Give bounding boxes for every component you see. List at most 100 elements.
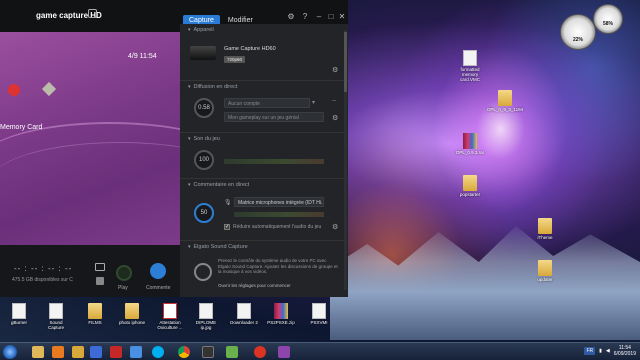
desktop-icon-memory-card[interactable]: formatted memory card.VMC: [455, 50, 485, 82]
gear-icon[interactable]: ⚙: [332, 66, 338, 74]
bitrate-knob[interactable]: 0.58: [194, 98, 214, 118]
ps-memory-icon: [41, 81, 57, 97]
desktop-icon-popstarter[interactable]: popstarter: [455, 175, 485, 197]
desktop-icon-label: gBurner: [10, 320, 27, 325]
commentary-meter: [234, 212, 324, 217]
desktop-icon-label: OPL_0_9_3_1194: [486, 107, 524, 112]
cpu-gauge-gadget[interactable]: 22%: [560, 14, 596, 50]
fullscreen-icon[interactable]: [88, 9, 97, 18]
desktop-icon-sound-capture[interactable]: Sound Capture: [41, 303, 71, 330]
folder-icon: [463, 175, 477, 191]
image-icon: [199, 303, 213, 319]
taskbar-clock[interactable]: 11:54 6/09/2019: [614, 345, 636, 357]
system-tray: FR ▮ ◀ 11:54 6/09/2019: [584, 345, 636, 357]
clock-date: 6/09/2019: [613, 351, 636, 357]
reduce-checkbox[interactable]: ✓: [224, 224, 230, 230]
capture-controls: -- : -- : -- : -- 475.5 GB disponibles s…: [0, 245, 180, 297]
desktop-icon-label: DIPLOME ip.jpg: [195, 320, 217, 330]
commentary-knob[interactable]: 50: [194, 203, 214, 223]
desktop-icon-label: Downloader 2: [230, 320, 258, 325]
section-sound-capture: ▾ Elgato Sound Capture Prenez le contrôle…: [180, 240, 348, 297]
desktop-icon-films[interactable]: FILMS: [80, 303, 110, 325]
desktop-icon-attestation[interactable]: Attestation Oxiculture ...: [155, 303, 185, 330]
section-device-header[interactable]: ▾ Appareil: [188, 27, 214, 33]
media-player-icon[interactable]: [52, 346, 64, 358]
archive-icon: [463, 133, 477, 149]
capture-preview[interactable]: 4/9 11:54 Memory Card: [0, 32, 180, 245]
close-icon[interactable]: ✕: [337, 11, 347, 21]
service-select[interactable]: Aucun compte: [224, 98, 310, 108]
game-audio-knob[interactable]: 100: [194, 150, 214, 170]
gear-icon[interactable]: ⚙: [332, 223, 338, 231]
sound-capture-description: Prenez le contrôle du système audio de v…: [218, 258, 338, 274]
chevron-down-icon: ▾: [188, 182, 191, 188]
monitor-icon[interactable]: [95, 263, 105, 271]
record-icon[interactable]: [254, 346, 266, 358]
game-capture-icon[interactable]: [202, 346, 214, 358]
filezilla-icon[interactable]: [110, 346, 122, 358]
app-icon[interactable]: [226, 346, 238, 358]
desktop-icon-ps2psxe[interactable]: PS2PSXE.zip: [266, 303, 296, 325]
section-device-title: Appareil: [193, 27, 214, 33]
desktop-icon-gburner[interactable]: gBurner: [4, 303, 34, 325]
device-name: Game Capture HD60: [224, 46, 276, 52]
desktop-icon-itheme[interactable]: iTheme: [530, 218, 560, 240]
app-icon[interactable]: [130, 346, 142, 358]
resolution-badge: 720p60: [224, 56, 246, 63]
folder-icon[interactable]: [72, 346, 84, 358]
settings-panel: ▾ Appareil Game Capture HD60 720p60 ⚙ ▾ Di…: [180, 24, 348, 297]
desktop-icon-label: FILMS: [88, 320, 102, 325]
scrollbar-thumb[interactable]: [344, 32, 347, 92]
desktop-icon-photo-iphone[interactable]: photo iphone: [117, 303, 147, 325]
volume-icon[interactable]: ◀: [606, 348, 610, 354]
cpu-gauge-value: 22%: [572, 37, 583, 43]
taskbar: FR ▮ ◀ 11:54 6/09/2019: [0, 342, 640, 360]
game-capture-window: game capture HD Capture Modifier ⚙ ? – □…: [0, 0, 348, 297]
skype-icon[interactable]: [152, 346, 164, 358]
remove-icon[interactable]: −: [332, 98, 336, 105]
disk-space: 475.5 GB disponibles sur C: [12, 277, 73, 283]
maximize-icon[interactable]: □: [326, 11, 336, 21]
desktop-icon-opl-folder[interactable]: OPL_0_9_3_1194: [486, 90, 524, 112]
desktop-icon-psxvmi[interactable]: PSXVMI: [304, 303, 334, 325]
chevron-down-icon[interactable]: ▾: [312, 99, 315, 106]
section-sound-capture-header[interactable]: ▾ Elgato Sound Capture: [188, 244, 248, 250]
desktop-icon-downloader[interactable]: Downloader 2: [229, 303, 259, 325]
minimize-icon[interactable]: –: [314, 11, 324, 21]
gear-icon[interactable]: ⚙: [286, 11, 296, 21]
section-commentary: ▾ Commentaire en direct 50 🎙 Matrice micr…: [180, 178, 348, 240]
app-icon[interactable]: [278, 346, 290, 358]
desktop-icon-label: photo iphone: [118, 320, 146, 325]
start-button[interactable]: [3, 345, 17, 359]
chrome-icon[interactable]: [178, 346, 190, 358]
application-icon: [49, 303, 63, 319]
volume-icon[interactable]: [96, 277, 104, 285]
section-game-audio-title: Son du jeu: [193, 136, 220, 142]
section-commentary-header[interactable]: ▾ Commentaire en direct: [188, 182, 249, 188]
memory-gauge-gadget[interactable]: 58%: [593, 4, 623, 34]
section-commentary-title: Commentaire en direct: [193, 182, 250, 188]
app-icon[interactable]: [90, 346, 102, 358]
stream-title-input[interactable]: Mon gameplay sur un jeu génial: [224, 112, 324, 122]
desktop-icon-label: PSXVMI: [310, 320, 328, 325]
record-button[interactable]: [116, 265, 132, 281]
desktop-icon-updater[interactable]: updater: [530, 260, 560, 282]
desktop-icon-label: Attestation Oxiculture ...: [157, 320, 183, 330]
section-live-header[interactable]: ▾ Diffusion en direct: [188, 84, 237, 90]
network-icon[interactable]: ▮: [599, 348, 602, 354]
desktop-icon-opl-rar[interactable]: OPL_0.9.3.rar: [455, 133, 485, 155]
desktop-icon-label: OPL_0.9.3.rar: [455, 150, 485, 155]
file-explorer-icon[interactable]: [32, 346, 44, 358]
microphone-select[interactable]: Matrice microphones intégrée (IDT Hi...: [234, 197, 324, 207]
commentary-label: Commente: [146, 285, 171, 291]
desktop-icon-diplome[interactable]: DIPLOME ip.jpg: [191, 303, 221, 330]
section-game-audio-header[interactable]: ▾ Son du jeu: [188, 136, 220, 142]
commentary-button[interactable]: [150, 263, 166, 279]
language-indicator[interactable]: FR: [584, 347, 596, 355]
memory-gauge-value: 58%: [602, 21, 613, 27]
mic-icon: 🎙: [224, 200, 232, 206]
open-settings-link[interactable]: Ouvrir les réglages pour commencer: [218, 283, 291, 288]
help-icon[interactable]: ?: [300, 11, 310, 21]
section-device: ▾ Appareil Game Capture HD60 720p60 ⚙: [180, 24, 348, 80]
gear-icon[interactable]: ⚙: [332, 114, 338, 122]
